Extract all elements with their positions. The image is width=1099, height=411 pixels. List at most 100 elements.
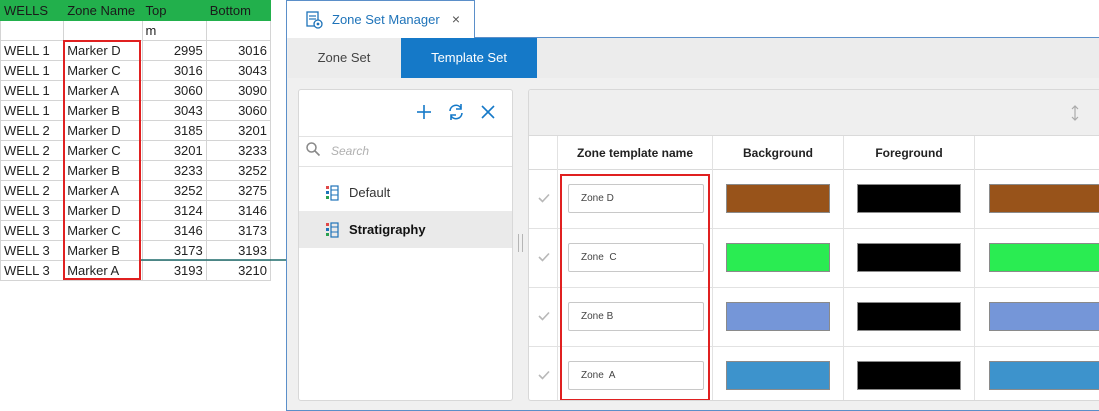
unit-cell[interactable] [205,20,272,41]
unit-cell[interactable] [0,20,65,41]
zone-template-name-input[interactable]: Zone A [568,361,704,390]
window-tab[interactable]: Zone Set Manager × [286,0,475,38]
zone-template-name-input[interactable]: Zone D [568,184,704,213]
cell-zone-name[interactable]: Marker A [63,80,143,101]
cell-bottom[interactable]: 3210 [205,260,272,281]
check-icon[interactable] [538,310,550,322]
cell-bottom[interactable]: 3233 [205,140,272,161]
foreground-color-swatch[interactable] [857,243,961,272]
close-window-button[interactable]: × [452,11,460,27]
cell-top[interactable]: 3233 [141,160,207,181]
cell-top[interactable]: 3201 [141,140,207,161]
cell-top[interactable]: 3185 [141,120,207,141]
grid-row[interactable]: Zone A [529,347,1099,400]
sheet-row: WELL 3 Marker A 3193 3210 [0,260,272,281]
column-header-foreground[interactable]: Foreground [843,136,974,170]
cell-top[interactable]: 3193 [141,260,207,281]
window-body: Zone Set Template Set Search Default Str… [286,37,1099,411]
cell-bottom[interactable]: 3275 [205,180,272,201]
check-icon[interactable] [538,251,550,263]
cell-zone-name[interactable]: Marker C [63,220,143,241]
background-color-swatch[interactable] [726,243,830,272]
cell-bottom[interactable]: 3252 [205,160,272,181]
cell-well[interactable]: WELL 3 [0,240,65,261]
grid-row[interactable]: Zone D [529,170,1099,229]
cell-zone-name[interactable]: Marker A [63,260,143,281]
color-swatch[interactable] [989,243,1099,272]
column-header-zone-template-name[interactable]: Zone template name [557,136,712,170]
cell-bottom[interactable]: 3193 [205,240,272,261]
header-wells[interactable]: WELLS [0,0,65,21]
cell-well[interactable]: WELL 3 [0,220,65,241]
cell-bottom[interactable]: 3201 [205,120,272,141]
cell-bottom[interactable]: 3173 [205,220,272,241]
background-color-swatch[interactable] [726,184,830,213]
header-top[interactable]: Top [141,0,207,21]
cell-well[interactable]: WELL 1 [0,40,65,61]
close-icon[interactable] [478,102,498,122]
cell-well[interactable]: WELL 2 [0,120,65,141]
cell-well[interactable]: WELL 1 [0,80,65,101]
grid-row[interactable]: Zone B [529,288,1099,347]
cell-bottom[interactable]: 3060 [205,100,272,121]
check-icon[interactable] [538,369,550,381]
list-item-default[interactable]: Default [299,174,512,211]
zone-template-name-input[interactable]: Zone B [568,302,704,331]
cell-bottom[interactable]: 3090 [205,80,272,101]
cell-top[interactable]: 2995 [141,40,207,61]
search-input[interactable] [331,141,501,161]
unit-cell[interactable]: m [141,20,207,41]
cell-zone-name[interactable]: Marker D [63,40,143,61]
cell-bottom[interactable]: 3016 [205,40,272,61]
check-icon[interactable] [538,192,550,204]
grid-row[interactable]: Zone C [529,229,1099,288]
foreground-color-swatch[interactable] [857,184,961,213]
refresh-icon[interactable] [446,102,466,122]
cell-top[interactable]: 3173 [141,240,207,261]
resize-vertical-icon[interactable] [1068,104,1082,122]
foreground-color-swatch[interactable] [857,302,961,331]
tab-zone-set[interactable]: Zone Set [288,38,400,78]
zone-set-manager-window: Zone Set Manager × Zone Set Template Set [286,0,1099,411]
cell-zone-name[interactable]: Marker B [63,160,143,181]
background-color-swatch[interactable] [726,302,830,331]
header-bottom[interactable]: Bottom [205,0,272,21]
panel-splitter[interactable] [517,234,525,252]
cell-well[interactable]: WELL 3 [0,200,65,221]
cell-top[interactable]: 3043 [141,100,207,121]
cell-bottom[interactable]: 3146 [205,200,272,221]
cell-top[interactable]: 3146 [141,220,207,241]
cell-zone-name[interactable]: Marker C [63,60,143,81]
cell-zone-name[interactable]: Marker C [63,140,143,161]
cell-well[interactable]: WELL 2 [0,180,65,201]
background-color-swatch[interactable] [726,361,830,390]
cell-zone-name[interactable]: Marker B [63,240,143,261]
color-swatch[interactable] [989,361,1099,390]
sheet-row: WELL 1 Marker D 2995 3016 [0,40,272,61]
cell-well[interactable]: WELL 1 [0,100,65,121]
color-swatch[interactable] [989,184,1099,213]
plus-icon[interactable] [414,102,434,122]
cell-top[interactable]: 3252 [141,180,207,201]
cell-top[interactable]: 3016 [141,60,207,81]
cell-well[interactable]: WELL 1 [0,60,65,81]
unit-cell[interactable] [63,20,143,41]
cell-well[interactable]: WELL 2 [0,140,65,161]
cell-well[interactable]: WELL 3 [0,260,65,281]
tab-template-set[interactable]: Template Set [401,38,537,78]
list-item-stratigraphy[interactable]: Stratigraphy [299,211,512,248]
foreground-color-swatch[interactable] [857,361,961,390]
color-swatch[interactable] [989,302,1099,331]
cell-bottom[interactable]: 3043 [205,60,272,81]
zone-template-name-input[interactable]: Zone C [568,243,704,272]
column-header-background[interactable]: Background [712,136,843,170]
cell-zone-name[interactable]: Marker B [63,100,143,121]
cell-zone-name[interactable]: Marker D [63,120,143,141]
column-header-extra[interactable] [974,136,1099,170]
cell-top[interactable]: 3124 [141,200,207,221]
cell-zone-name[interactable]: Marker D [63,200,143,221]
cell-well[interactable]: WELL 2 [0,160,65,181]
cell-top[interactable]: 3060 [141,80,207,101]
header-zone-name[interactable]: Zone Name [63,0,143,21]
cell-zone-name[interactable]: Marker A [63,180,143,201]
